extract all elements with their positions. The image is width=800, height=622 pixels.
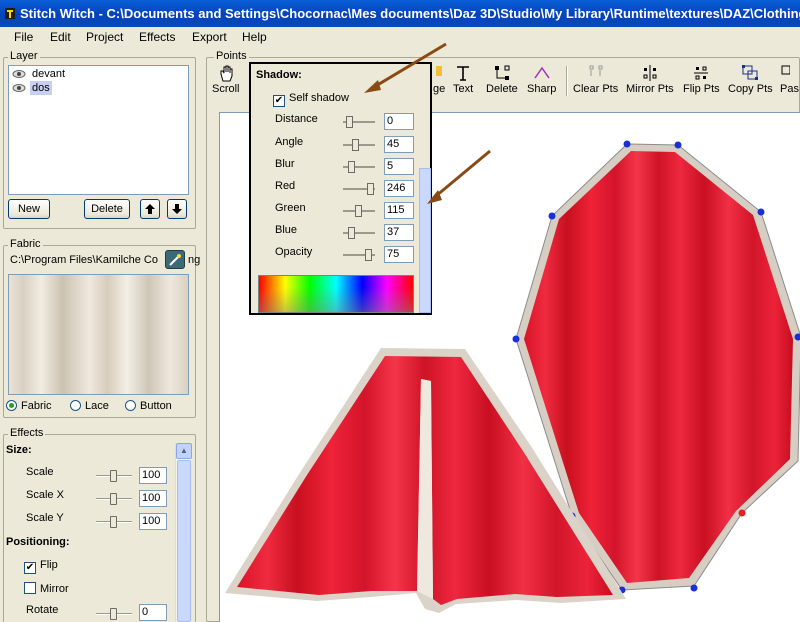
annotation-arrows	[364, 42, 491, 204]
arrow-annotation-1	[364, 42, 447, 93]
arrow-annotation-2	[427, 149, 491, 204]
